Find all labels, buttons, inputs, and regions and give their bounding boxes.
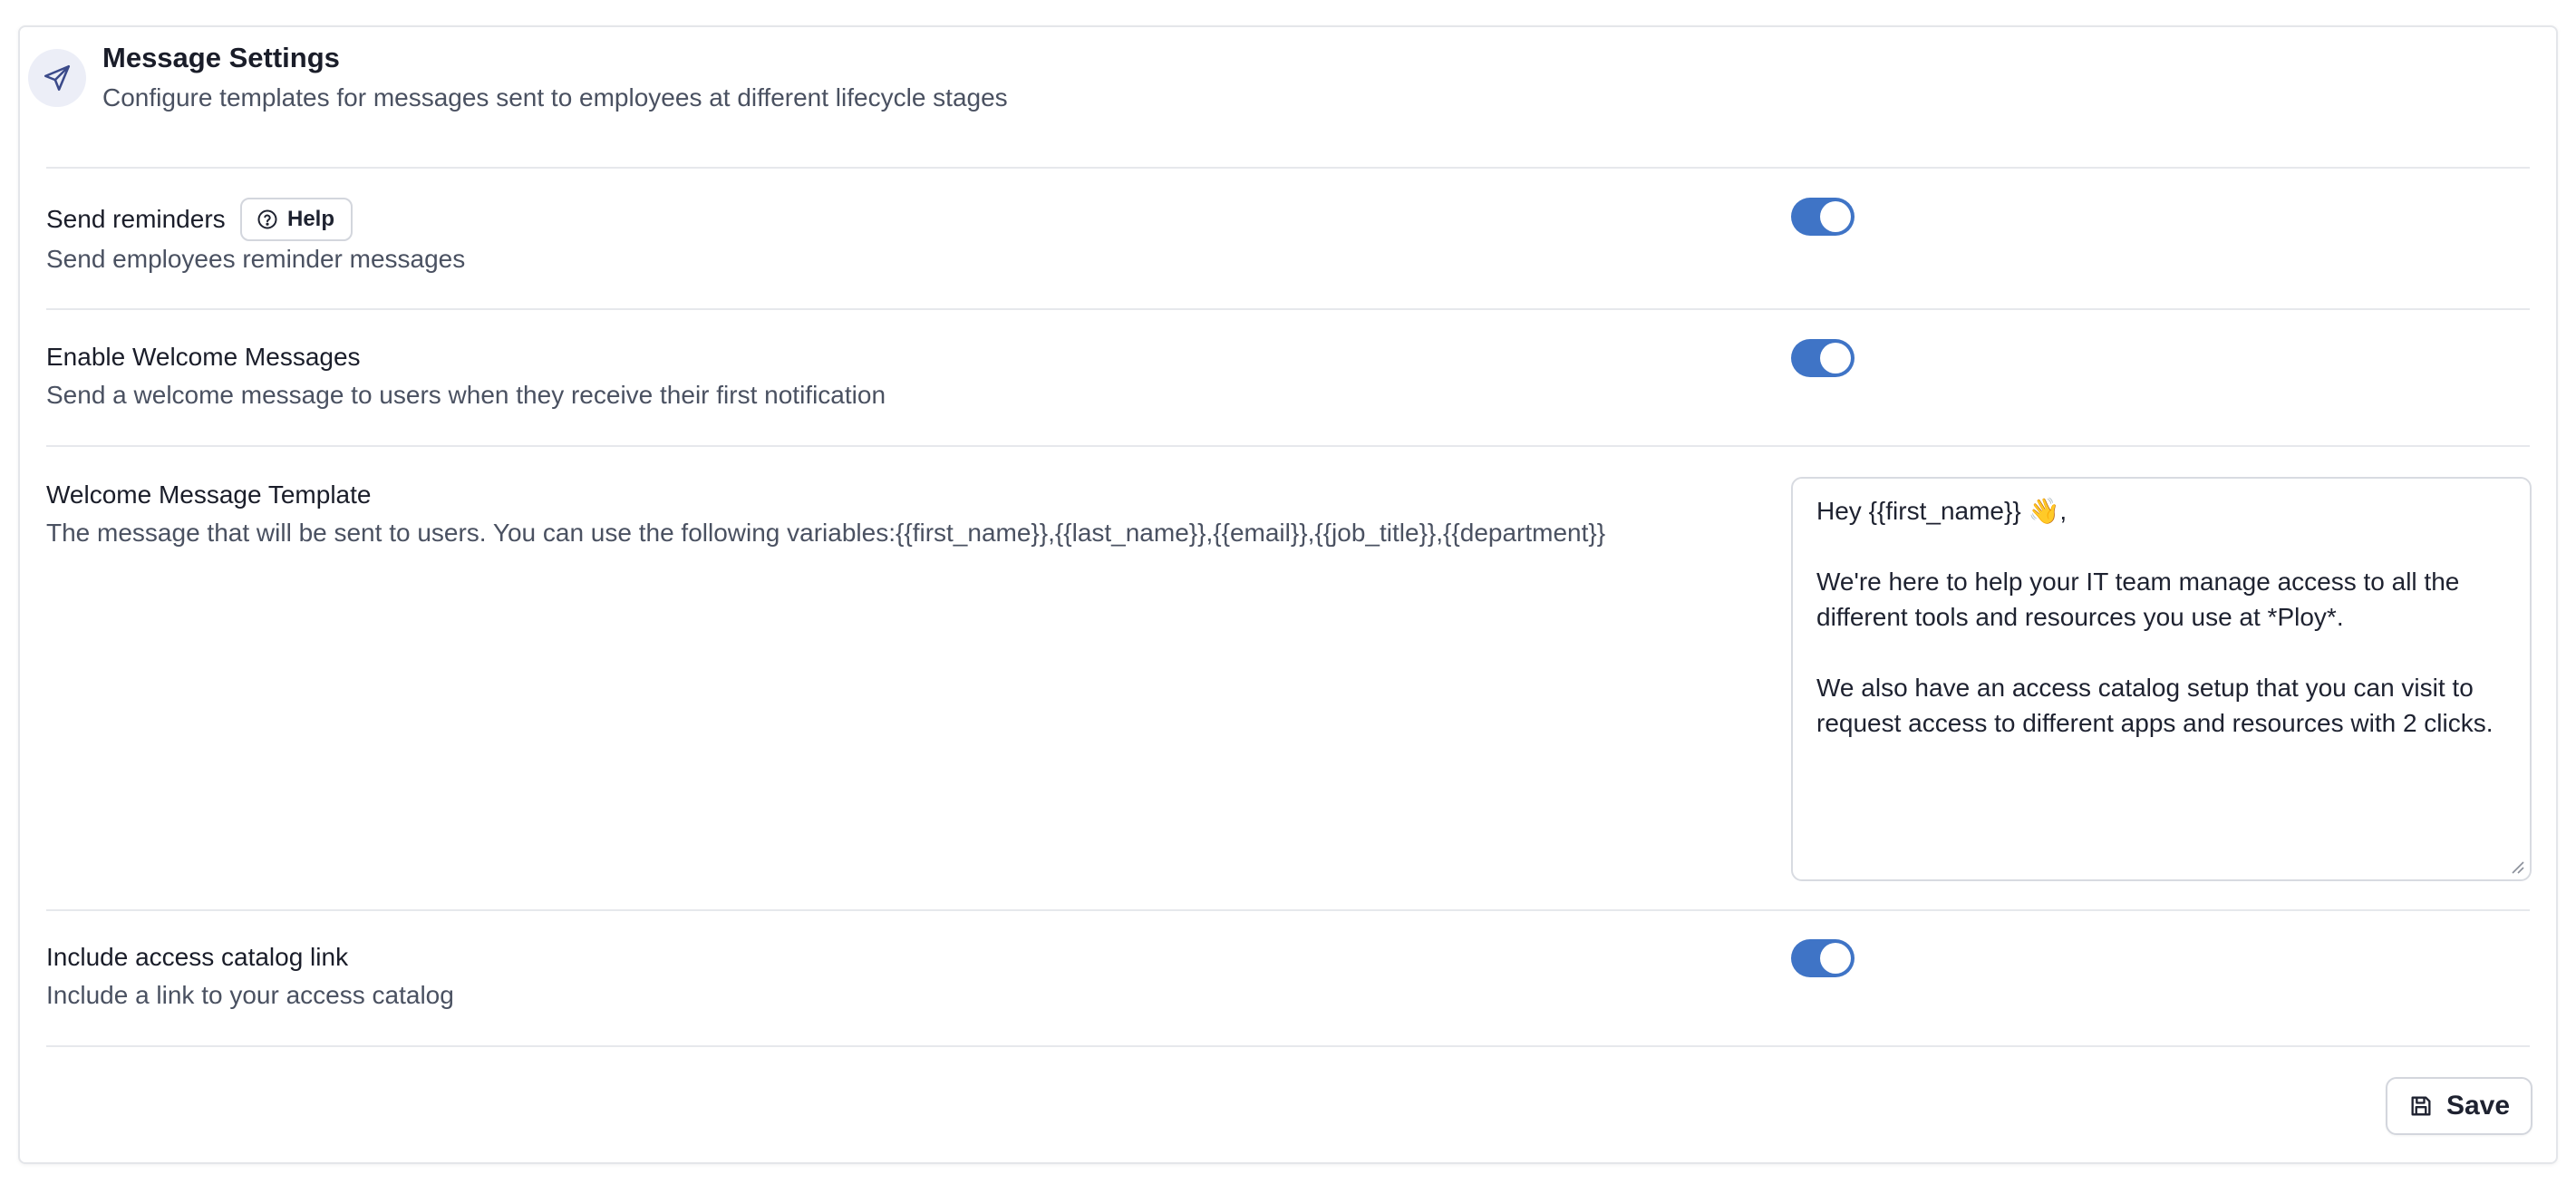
welcome-messages-row: Enable Welcome Messages Send a welcome m…	[46, 339, 2530, 430]
toggle-knob	[1820, 201, 1851, 232]
welcome-template-label: Welcome Message Template	[46, 480, 372, 509]
send-reminders-row: Send reminders Help Send employees remin…	[46, 198, 2530, 288]
divider	[46, 445, 2530, 447]
catalog-link-toggle[interactable]	[1791, 939, 1855, 977]
question-circle-icon	[257, 209, 277, 229]
divider	[46, 909, 2530, 911]
divider	[46, 167, 2530, 169]
toggle-knob	[1820, 943, 1851, 974]
send-reminders-toggle[interactable]	[1791, 198, 1855, 236]
welcome-template-row: Welcome Message Template The message tha…	[46, 477, 2532, 885]
welcome-messages-description: Send a welcome message to users when the…	[46, 381, 886, 409]
send-icon	[28, 49, 86, 107]
welcome-template-textarea[interactable]: Hey {{first_name}} 👋, We're here to help…	[1791, 477, 2532, 881]
settings-header: Message Settings Configure templates for…	[28, 34, 2548, 143]
help-button-label: Help	[287, 207, 335, 231]
send-reminders-label: Send reminders	[46, 205, 226, 233]
save-button-label: Save	[2445, 1091, 2511, 1121]
divider	[46, 308, 2530, 310]
divider	[46, 1045, 2530, 1047]
resize-grip-icon[interactable]	[2509, 859, 2525, 875]
page-subtitle: Configure templates for messages sent to…	[102, 83, 1008, 112]
catalog-link-description: Include a link to your access catalog	[46, 981, 454, 1009]
help-button[interactable]: Help	[240, 198, 353, 241]
welcome-template-description: The message that will be sent to users. …	[46, 519, 1606, 547]
floppy-disk-icon	[2411, 1096, 2431, 1116]
page-title: Message Settings	[102, 42, 340, 73]
catalog-link-label: Include access catalog link	[46, 943, 349, 971]
toggle-knob	[1820, 343, 1851, 374]
send-reminders-description: Send employees reminder messages	[46, 245, 466, 273]
catalog-link-row: Include access catalog link Include a li…	[46, 939, 2530, 1030]
save-button[interactable]: Save	[2386, 1077, 2532, 1135]
welcome-messages-label: Enable Welcome Messages	[46, 343, 361, 371]
welcome-messages-toggle[interactable]	[1791, 339, 1855, 377]
